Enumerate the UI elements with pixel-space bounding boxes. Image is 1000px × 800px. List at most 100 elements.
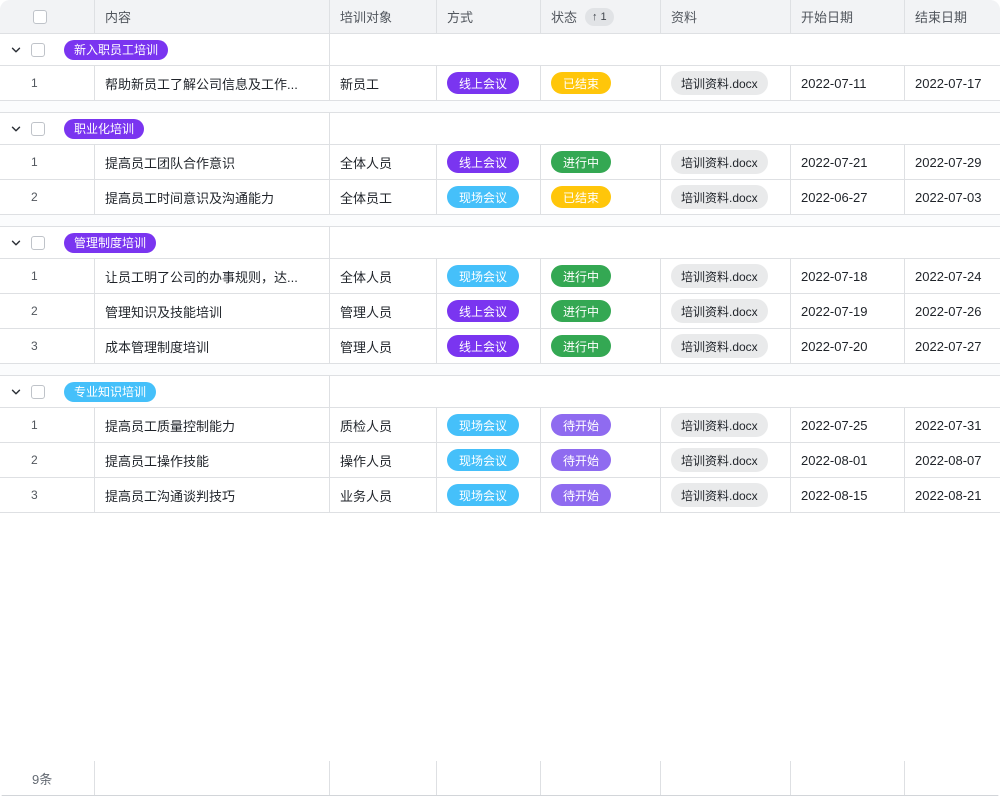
end-date-cell[interactable]: 2022-08-07 (905, 443, 1000, 477)
sort-indicator-badge[interactable]: ↑1 (585, 8, 614, 26)
target-cell[interactable]: 新员工 (330, 66, 437, 100)
status-cell[interactable]: 进行中 (541, 259, 661, 293)
start-date-cell[interactable]: 2022-08-01 (791, 443, 905, 477)
target-cell[interactable]: 质检人员 (330, 408, 437, 442)
file-cell[interactable]: 培训资料.docx (661, 294, 791, 328)
summary-cell[interactable] (661, 761, 791, 795)
group-header[interactable]: 专业知识培训 (0, 376, 1000, 408)
content-cell[interactable]: 提高员工时间意识及沟通能力 (95, 180, 330, 214)
start-date-cell[interactable]: 2022-07-19 (791, 294, 905, 328)
target-cell[interactable]: 全体人员 (330, 145, 437, 179)
start-date-cell[interactable]: 2022-06-27 (791, 180, 905, 214)
start-date-cell[interactable]: 2022-07-11 (791, 66, 905, 100)
method-cell[interactable]: 现场会议 (437, 478, 541, 512)
table-row[interactable]: 3 提高员工沟通谈判技巧 业务人员 现场会议 待开始 培训资料.docx 202… (0, 478, 1000, 513)
status-cell[interactable]: 已结束 (541, 180, 661, 214)
end-date-cell[interactable]: 2022-07-24 (905, 259, 1000, 293)
attachment-chip[interactable]: 培训资料.docx (671, 413, 768, 437)
table-row[interactable]: 1 提高员工质量控制能力 质检人员 现场会议 待开始 培训资料.docx 202… (0, 408, 1000, 443)
chevron-down-icon[interactable] (10, 237, 22, 249)
summary-cell[interactable] (330, 761, 437, 795)
end-date-cell[interactable]: 2022-07-26 (905, 294, 1000, 328)
status-cell[interactable]: 进行中 (541, 294, 661, 328)
file-cell[interactable]: 培训资料.docx (661, 443, 791, 477)
target-cell[interactable]: 全体员工 (330, 180, 437, 214)
column-header-target[interactable]: 培训对象 (330, 0, 437, 33)
summary-cell[interactable] (95, 761, 330, 795)
column-header-content[interactable]: 内容 (95, 0, 330, 33)
content-cell[interactable]: 提高员工沟通谈判技巧 (95, 478, 330, 512)
status-cell[interactable]: 待开始 (541, 408, 661, 442)
file-cell[interactable]: 培训资料.docx (661, 329, 791, 363)
group-checkbox[interactable] (31, 43, 45, 57)
status-cell[interactable]: 进行中 (541, 329, 661, 363)
end-date-cell[interactable]: 2022-07-17 (905, 66, 1000, 100)
status-cell[interactable]: 已结束 (541, 66, 661, 100)
status-cell[interactable]: 待开始 (541, 443, 661, 477)
method-cell[interactable]: 现场会议 (437, 443, 541, 477)
content-cell[interactable]: 提高员工团队合作意识 (95, 145, 330, 179)
start-date-cell[interactable]: 2022-07-21 (791, 145, 905, 179)
method-cell[interactable]: 现场会议 (437, 408, 541, 442)
column-header-end-date[interactable]: 结束日期 (905, 0, 1000, 33)
content-cell[interactable]: 提高员工质量控制能力 (95, 408, 330, 442)
file-cell[interactable]: 培训资料.docx (661, 259, 791, 293)
status-cell[interactable]: 待开始 (541, 478, 661, 512)
target-cell[interactable]: 业务人员 (330, 478, 437, 512)
start-date-cell[interactable]: 2022-07-20 (791, 329, 905, 363)
start-date-cell[interactable]: 2022-08-15 (791, 478, 905, 512)
end-date-cell[interactable]: 2022-07-27 (905, 329, 1000, 363)
summary-cell[interactable] (541, 761, 661, 795)
end-date-cell[interactable]: 2022-08-21 (905, 478, 1000, 512)
table-row[interactable]: 1 提高员工团队合作意识 全体人员 线上会议 进行中 培训资料.docx 202… (0, 145, 1000, 180)
attachment-chip[interactable]: 培训资料.docx (671, 185, 768, 209)
chevron-down-icon[interactable] (10, 386, 22, 398)
start-date-cell[interactable]: 2022-07-18 (791, 259, 905, 293)
end-date-cell[interactable]: 2022-07-29 (905, 145, 1000, 179)
column-header-method[interactable]: 方式 (437, 0, 541, 33)
method-cell[interactable]: 线上会议 (437, 294, 541, 328)
attachment-chip[interactable]: 培训资料.docx (671, 71, 768, 95)
content-cell[interactable]: 成本管理制度培训 (95, 329, 330, 363)
start-date-cell[interactable]: 2022-07-25 (791, 408, 905, 442)
file-cell[interactable]: 培训资料.docx (661, 478, 791, 512)
end-date-cell[interactable]: 2022-07-03 (905, 180, 1000, 214)
file-cell[interactable]: 培训资料.docx (661, 180, 791, 214)
chevron-down-icon[interactable] (10, 44, 22, 56)
summary-cell[interactable] (437, 761, 541, 795)
group-checkbox[interactable] (31, 122, 45, 136)
column-header-file[interactable]: 资料 (661, 0, 791, 33)
target-cell[interactable]: 操作人员 (330, 443, 437, 477)
attachment-chip[interactable]: 培训资料.docx (671, 483, 768, 507)
status-cell[interactable]: 进行中 (541, 145, 661, 179)
target-cell[interactable]: 管理人员 (330, 329, 437, 363)
file-cell[interactable]: 培训资料.docx (661, 408, 791, 442)
target-cell[interactable]: 管理人员 (330, 294, 437, 328)
content-cell[interactable]: 提高员工操作技能 (95, 443, 330, 477)
group-checkbox[interactable] (31, 385, 45, 399)
attachment-chip[interactable]: 培训资料.docx (671, 334, 768, 358)
group-checkbox[interactable] (31, 236, 45, 250)
summary-cell[interactable] (905, 761, 1000, 795)
column-header-status[interactable]: 状态 ↑1 (541, 0, 661, 33)
column-header-start-date[interactable]: 开始日期 (791, 0, 905, 33)
method-cell[interactable]: 现场会议 (437, 180, 541, 214)
content-cell[interactable]: 管理知识及技能培训 (95, 294, 330, 328)
summary-cell[interactable] (791, 761, 905, 795)
attachment-chip[interactable]: 培训资料.docx (671, 264, 768, 288)
method-cell[interactable]: 线上会议 (437, 66, 541, 100)
attachment-chip[interactable]: 培训资料.docx (671, 299, 768, 323)
chevron-down-icon[interactable] (10, 123, 22, 135)
target-cell[interactable]: 全体人员 (330, 259, 437, 293)
file-cell[interactable]: 培训资料.docx (661, 145, 791, 179)
end-date-cell[interactable]: 2022-07-31 (905, 408, 1000, 442)
group-header[interactable]: 新入职员工培训 (0, 34, 1000, 66)
attachment-chip[interactable]: 培训资料.docx (671, 448, 768, 472)
attachment-chip[interactable]: 培训资料.docx (671, 150, 768, 174)
table-row[interactable]: 1 让员工明了公司的办事规则，达... 全体人员 现场会议 进行中 培训资料.d… (0, 259, 1000, 294)
method-cell[interactable]: 线上会议 (437, 145, 541, 179)
table-row[interactable]: 2 提高员工操作技能 操作人员 现场会议 待开始 培训资料.docx 2022-… (0, 443, 1000, 478)
method-cell[interactable]: 线上会议 (437, 329, 541, 363)
method-cell[interactable]: 现场会议 (437, 259, 541, 293)
group-header[interactable]: 职业化培训 (0, 113, 1000, 145)
